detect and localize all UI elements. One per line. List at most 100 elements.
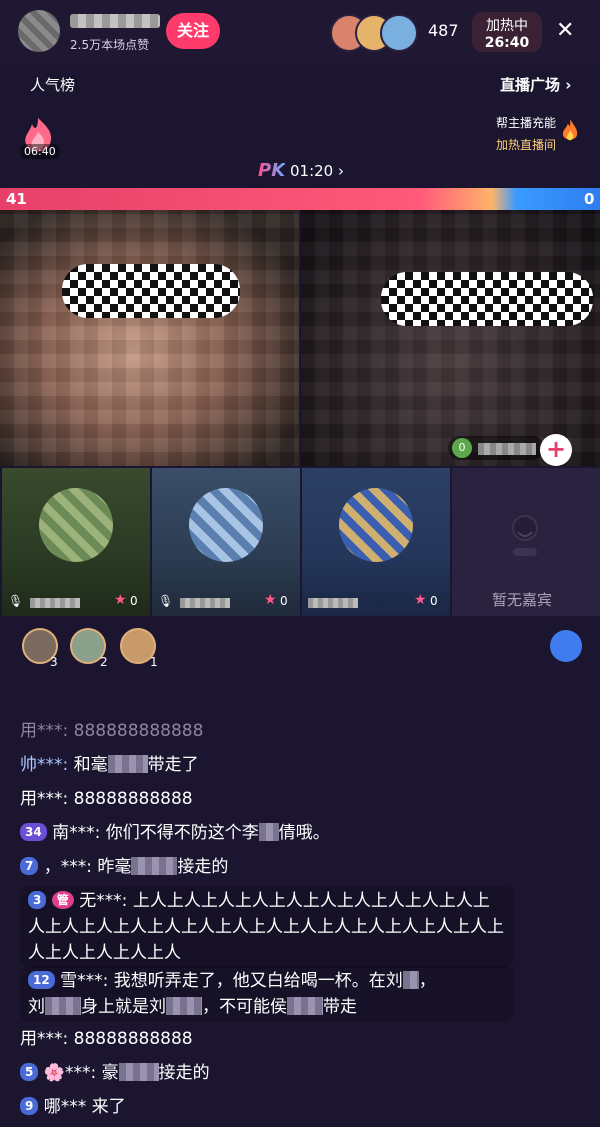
fan-level-badge: 5 bbox=[20, 1063, 39, 1081]
boost-text[interactable]: 加热直播间 bbox=[496, 136, 556, 153]
heat-label: 加热中 bbox=[486, 18, 528, 34]
host-video-right[interactable] bbox=[301, 210, 600, 466]
empty-seat-label: 暂无嘉宾 bbox=[492, 591, 553, 609]
censor-blur bbox=[402, 971, 419, 989]
censor-mask bbox=[62, 264, 240, 318]
chat-message: 34 南***: 你们不得不防这个李 倩哦。 bbox=[20, 820, 500, 846]
guest-score: 0 bbox=[130, 594, 138, 608]
likes-count: 2.5万本场点赞 bbox=[70, 38, 150, 52]
chat-user: 无***: bbox=[79, 891, 128, 911]
chat-text: 带走 bbox=[323, 997, 357, 1017]
guest-score: 0 bbox=[430, 594, 438, 608]
person-icon bbox=[512, 515, 538, 556]
chat-text: 我想听弄走了，他又白给喝一杯。在刘 bbox=[113, 971, 403, 991]
chat-text: 88888888888 bbox=[73, 789, 193, 809]
chat-text: 888888888888 bbox=[73, 721, 204, 741]
censor-blur bbox=[131, 857, 178, 875]
censor-blur bbox=[258, 823, 279, 841]
opponent-name-blurred bbox=[478, 443, 536, 455]
countdown-timer: 06:40 bbox=[20, 144, 60, 159]
chat-message: 9 哪*** 来了 bbox=[20, 1094, 500, 1120]
star-icon: ★ bbox=[264, 592, 277, 608]
chat-message: 用***: 88888888888 bbox=[20, 1026, 500, 1052]
chat-text: 和毫 bbox=[73, 755, 108, 775]
popularity-rank-link[interactable]: 人气榜 bbox=[30, 74, 75, 95]
fan-level-badge: 9 bbox=[20, 1097, 39, 1115]
admin-badge: 管 bbox=[51, 891, 74, 909]
chat-message: 3 管 无***: 上人上人上人上人上人上人上人上人上人上人上人上人上人上人上人… bbox=[20, 886, 514, 968]
chat-user: 用***: bbox=[20, 721, 69, 741]
guest-name-blurred bbox=[30, 598, 80, 608]
guest-seat[interactable]: 🎙 ★ 0 bbox=[152, 468, 300, 616]
host-avatar[interactable] bbox=[18, 10, 60, 52]
chat-text: ， bbox=[418, 971, 436, 991]
fan-rank: 1 bbox=[150, 655, 158, 669]
level-icon: 0 bbox=[452, 438, 472, 458]
chat-text: 来了 bbox=[91, 1097, 126, 1117]
censor-blur bbox=[45, 997, 81, 1015]
chat-user: 南***: bbox=[52, 823, 101, 843]
chat-text: 接走的 bbox=[177, 857, 229, 877]
guest-score: 0 bbox=[280, 594, 288, 608]
score-left: 41 bbox=[6, 190, 27, 208]
viewer-avatar[interactable] bbox=[380, 14, 418, 52]
heat-badge[interactable]: 加热中 26:40 bbox=[472, 12, 542, 52]
guest-seat[interactable]: 🎙 ★ 0 bbox=[2, 468, 150, 616]
flower-icon: 🌸 bbox=[43, 1063, 65, 1083]
guest-seat[interactable]: ★ 0 bbox=[302, 468, 450, 616]
chat-text: ，不可能侯 bbox=[202, 997, 287, 1017]
follow-button[interactable]: 关注 bbox=[166, 13, 220, 49]
chat-text: 刘 bbox=[28, 997, 45, 1017]
chat-message: 7 ，***: 昨毫 接走的 bbox=[20, 854, 500, 880]
chat-message: 用***: 888888888888 bbox=[20, 718, 500, 744]
chat-text: 身上就是刘 bbox=[81, 997, 166, 1017]
sofa-icon[interactable] bbox=[550, 630, 582, 662]
guest-name-blurred bbox=[308, 598, 358, 608]
host-video-left[interactable] bbox=[0, 210, 299, 466]
censor-mask bbox=[381, 272, 593, 326]
star-icon: ★ bbox=[114, 592, 127, 608]
chat-user: ，***: bbox=[43, 857, 92, 877]
guest-avatar bbox=[39, 488, 113, 562]
chat-text: 你们不得不防这个李 bbox=[105, 823, 259, 843]
chat-text: 88888888888 bbox=[73, 1029, 193, 1049]
fan-level-badge: 34 bbox=[20, 823, 47, 841]
censor-blur bbox=[118, 1063, 159, 1081]
censor-blur bbox=[287, 997, 323, 1015]
chat-text: 带走了 bbox=[147, 755, 199, 775]
fire-icon[interactable] bbox=[560, 118, 580, 144]
chat-message: 帅***: 和毫 带走了 bbox=[20, 752, 500, 778]
mic-icon: 🎙 bbox=[158, 594, 174, 608]
chat-text: 昨毫 bbox=[97, 857, 132, 877]
chat-text: 接走的 bbox=[158, 1063, 210, 1083]
chat-user: 雪***: bbox=[60, 971, 109, 991]
pk-score-bar bbox=[0, 188, 600, 210]
viewer-count[interactable]: 487 bbox=[428, 21, 459, 40]
chat-user: ***: bbox=[64, 1063, 97, 1083]
chat-text: 豪 bbox=[101, 1063, 119, 1083]
censor-blur bbox=[166, 997, 202, 1015]
star-icon: ★ bbox=[414, 592, 427, 608]
chat-message: 12 雪***: 我想听弄走了，他又白给喝一杯。在刘 ， 刘 身上就是刘 ，不可能侯 带… bbox=[20, 966, 514, 1022]
mic-icon: 🎙 bbox=[8, 594, 24, 608]
fan-level-badge: 7 bbox=[20, 857, 39, 875]
chat-user: 帅***: bbox=[20, 755, 69, 775]
fan-rank: 3 bbox=[50, 655, 58, 669]
close-icon[interactable]: ✕ bbox=[556, 18, 574, 43]
chat-message: 5 🌸***: 豪 接走的 bbox=[20, 1060, 500, 1086]
pk-timer[interactable]: 01:20 › bbox=[290, 162, 344, 180]
chat-user: 哪*** bbox=[43, 1097, 87, 1117]
guest-name-blurred bbox=[180, 598, 230, 608]
charge-text[interactable]: 帮主播充能 bbox=[496, 114, 556, 131]
chat-user: 用***: bbox=[20, 1029, 69, 1049]
fan-level-badge: 3 bbox=[28, 891, 47, 909]
follow-opponent-button[interactable]: + bbox=[540, 434, 572, 466]
host-name-blurred bbox=[70, 14, 160, 28]
guest-avatar bbox=[189, 488, 263, 562]
live-square-link[interactable]: 直播广场 › bbox=[500, 74, 571, 95]
guest-avatar bbox=[339, 488, 413, 562]
fan-rank: 2 bbox=[100, 655, 108, 669]
fan-level-badge: 12 bbox=[28, 971, 55, 989]
score-right: 0 bbox=[584, 190, 595, 208]
chat-user: 用***: bbox=[20, 789, 69, 809]
